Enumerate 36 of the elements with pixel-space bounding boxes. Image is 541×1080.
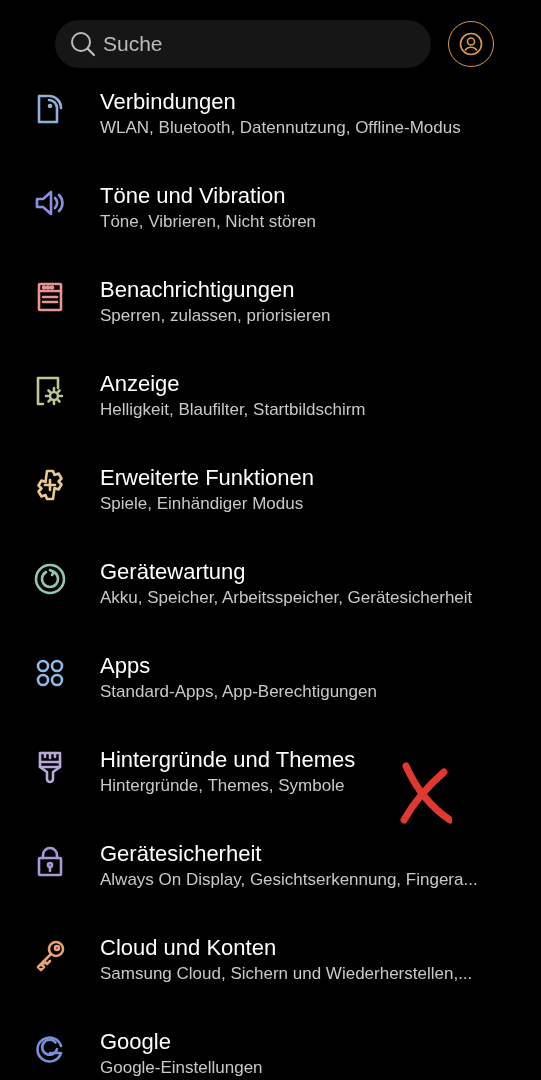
settings-item[interactable]: Google Google-Einstellungen <box>0 1014 541 1080</box>
settings-item[interactable]: Erweiterte Funktionen Spiele, Einhändiger Modus <box>0 450 541 544</box>
settings-item[interactable]: Benachrichtigungen Sperren, zulassen, priorisieren <box>0 262 541 356</box>
item-subtitle: Google-Einstellungen <box>100 1057 263 1079</box>
item-subtitle: Sperren, zulassen, priorisieren <box>100 305 331 327</box>
item-title: Google <box>100 1028 172 1056</box>
item-title: Anzeige <box>100 370 181 398</box>
item-subtitle: Akku, Speicher, Arbeitsspeicher, Gerätesicherheit <box>100 587 473 609</box>
person-icon <box>459 31 483 56</box>
item-subtitle: Helligkeit, Blaufilter, Startbildschirm <box>100 399 366 421</box>
item-title: Gerätewartung <box>100 558 247 586</box>
settings-item[interactable]: Apps Standard-Apps, App-Berechtigungen <box>0 638 541 732</box>
settings-item[interactable]: Gerätewartung Akku, Speicher, Arbeitsspeicher, Gerätesicherheit <box>0 544 541 638</box>
cross-mark-icon <box>398 762 452 824</box>
settings-item[interactable]: Anzeige Helligkeit, Blaufilter, Startbildschirm <box>0 356 541 450</box>
item-title: Benachrichtigungen <box>100 276 296 304</box>
search-field[interactable]: Suche <box>55 19 431 68</box>
item-title: Erweiterte Funktionen <box>100 464 314 492</box>
item-subtitle: Samsung Cloud, Sichern und Wiederherstellen,... <box>100 963 473 985</box>
settings-item[interactable]: Töne und Vibration Töne, Vibrieren, Nicht stören <box>0 168 541 262</box>
settings-item[interactable]: Gerätesicherheit Always On Display, Gesichtserkennung, Fingera... <box>0 826 541 920</box>
item-title: Töne und Vibration <box>100 182 287 210</box>
item-title: Cloud und Konten <box>100 934 278 962</box>
item-subtitle: Always On Display, Gesichtserkennung, Fingera... <box>100 869 478 891</box>
item-title: Verbindungen <box>100 88 237 116</box>
item-title: Hintergründe und Themes <box>100 746 356 774</box>
item-subtitle: Hintergründe, Themes, Symbole <box>100 775 346 797</box>
item-subtitle: Spiele, Einhändiger Modus <box>100 493 305 515</box>
item-subtitle: Standard-Apps, App-Berechtigungen <box>100 681 377 703</box>
item-subtitle: Töne, Vibrieren, Nicht stören <box>100 211 317 233</box>
item-subtitle: WLAN, Bluetooth, Datennutzung, Offline-Modus <box>100 117 461 139</box>
settings-item[interactable]: Hintergründe und Themes Hintergründe, Themes, Symbole <box>0 732 541 826</box>
settings-item[interactable]: Verbindungen WLAN, Bluetooth, Datennutzung, Offline-Modus <box>0 74 541 168</box>
item-title: Apps <box>100 652 152 680</box>
settings-item[interactable]: Cloud und Konten Samsung Cloud, Sichern und Wiederherstellen,... <box>0 920 541 1014</box>
item-title: Gerätesicherheit <box>100 840 263 868</box>
